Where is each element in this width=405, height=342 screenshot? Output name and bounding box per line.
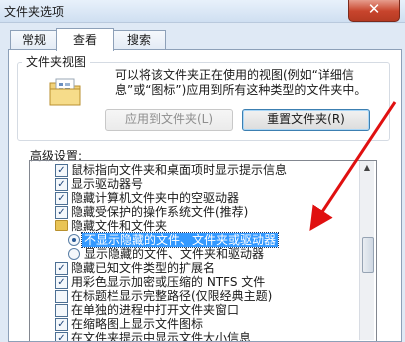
checkbox[interactable]: ✓ [55, 276, 68, 289]
folder-views-description: 可以将该文件夹正在使用的视图(例如“详细信息”或“图标”)应用到所有这种类型的文… [115, 68, 367, 97]
folder-view-icon [49, 78, 81, 106]
tab-search[interactable]: 搜索 [112, 30, 166, 50]
window-title: 文件夹选项 [4, 5, 65, 19]
scroll-up-icon[interactable]: ▲ [360, 161, 374, 175]
tab-general[interactable]: 常规 [10, 30, 58, 50]
checkbox[interactable] [55, 304, 68, 317]
setting-label: 显示驱动器号 [71, 177, 144, 191]
folder-views-title: 文件夹视图 [22, 53, 91, 70]
close-icon: ✕ [367, 0, 381, 18]
setting-label: 隐藏已知文件类型的扩展名 [71, 261, 216, 275]
apply-to-folders-button[interactable]: 应用到文件夹(L) [105, 109, 233, 131]
reset-folders-button[interactable]: 重置文件夹(R) [242, 109, 370, 131]
close-button[interactable]: ✕ [348, 0, 400, 22]
setting-label: 鼠标指向文件夹和桌面项时显示提示信息 [71, 163, 288, 177]
setting-label: 在缩略图上显示文件图标 [71, 317, 204, 331]
checkbox[interactable]: ✓ [55, 164, 68, 177]
tab-view[interactable]: 查看 [56, 28, 114, 51]
folder-icon [55, 220, 68, 231]
setting-label: 在标题栏显示完整路径(仅限经典主题) [71, 289, 273, 303]
checkbox[interactable]: ✓ [55, 206, 68, 219]
setting-group-label: 隐藏文件和文件夹 [71, 219, 168, 233]
advanced-settings-tree[interactable]: ✓ 鼠标指向文件夹和桌面项时显示提示信息 ✓ 显示驱动器号 ✓ 隐藏计算机文件夹… [29, 160, 377, 341]
setting-label: 显示隐藏的文件、文件夹和驱动器 [84, 247, 265, 261]
setting-label: 隐藏计算机文件夹中的空驱动器 [71, 191, 240, 205]
scrollbar-thumb[interactable] [362, 237, 374, 273]
tree-scrollbar[interactable]: ▲ [359, 161, 374, 340]
radio-button[interactable] [68, 248, 80, 260]
title-bar: 文件夹选项 ✕ [0, 0, 405, 23]
checkbox[interactable] [55, 290, 68, 303]
radio-button[interactable] [68, 234, 80, 246]
checkbox[interactable]: ✓ [55, 192, 68, 205]
setting-label: 不显示隐藏的文件、文件夹或驱动器 [80, 232, 280, 248]
setting-label: 用彩色显示加密或压缩的 NTFS 文件 [71, 275, 266, 289]
checkbox[interactable]: ✓ [55, 262, 68, 275]
setting-label: 隐藏受保护的操作系统文件(推荐) [71, 205, 249, 219]
checkbox[interactable]: ✓ [55, 178, 68, 191]
setting-label: 在单独的进程中打开文件夹窗口 [71, 303, 240, 317]
checkbox[interactable]: ✓ [55, 318, 68, 331]
